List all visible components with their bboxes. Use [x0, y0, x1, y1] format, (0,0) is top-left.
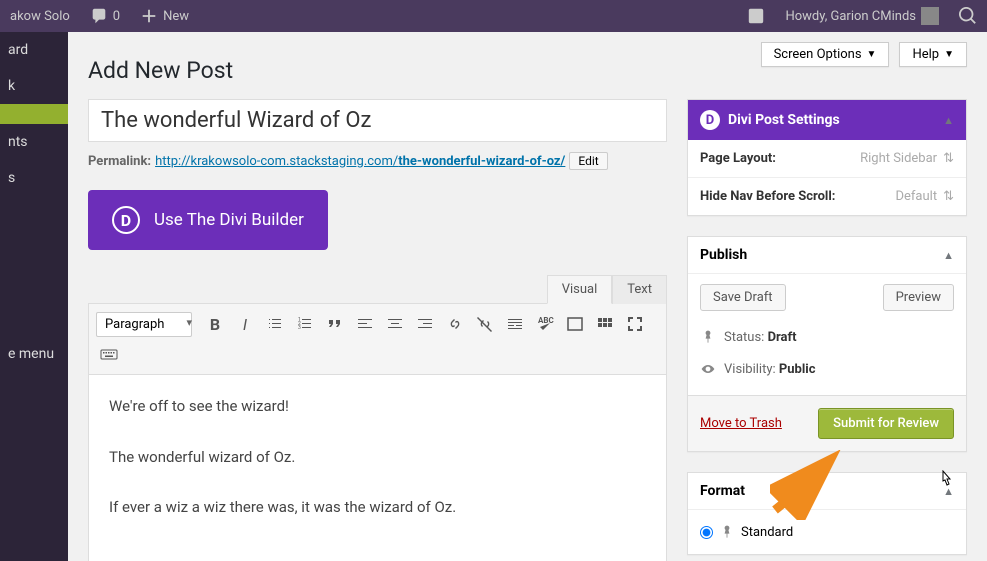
distraction-free-button[interactable]	[560, 309, 590, 339]
unlink-button[interactable]	[470, 309, 500, 339]
link-button[interactable]	[440, 309, 470, 339]
avatar	[921, 7, 939, 25]
search-icon[interactable]	[949, 0, 987, 32]
format-standard-option[interactable]: Standard	[700, 520, 954, 544]
sidebar-item-6[interactable]: e menu	[0, 336, 68, 372]
format-select[interactable]: Paragraph	[96, 312, 192, 337]
sidebar-item-2[interactable]	[0, 104, 68, 124]
greeting-text: Howdy, Garion CMinds	[785, 9, 916, 24]
italic-button[interactable]: I	[230, 309, 260, 339]
sidebar-item-1[interactable]: k	[0, 68, 68, 104]
collapse-icon: ▲	[943, 114, 954, 127]
save-draft-button[interactable]: Save Draft	[700, 284, 786, 311]
main-content: Screen Options ▼ Help ▼ Add New Post Per…	[68, 32, 987, 561]
post-title-input[interactable]	[88, 99, 667, 142]
sidebar-item-5[interactable]	[0, 196, 68, 216]
divi-logo-icon: D	[112, 206, 140, 234]
format-radio-input[interactable]	[700, 526, 713, 539]
eye-icon	[700, 361, 716, 377]
align-right-button[interactable]	[410, 309, 440, 339]
page-layout-row[interactable]: Page Layout: Right Sidebar⇅	[688, 140, 966, 178]
submit-for-review-button[interactable]: Submit for Review	[818, 408, 954, 439]
publish-header[interactable]: Publish ▲	[688, 237, 966, 274]
permalink-row: Permalink: http://krakowsolo-com.stackst…	[88, 142, 667, 180]
hide-nav-row[interactable]: Hide Nav Before Scroll: Default⇅	[688, 178, 966, 215]
visibility-row: Visibility: Public	[688, 353, 966, 385]
text-tab[interactable]: Text	[612, 275, 667, 304]
help-button[interactable]: Help ▼	[899, 42, 967, 67]
move-to-trash-link[interactable]: Move to Trash	[700, 416, 782, 431]
pin-icon	[700, 329, 716, 345]
svg-text:3: 3	[298, 325, 301, 331]
divi-settings-header[interactable]: DDivi Post Settings ▲	[688, 100, 966, 140]
status-row: Status: Draft	[688, 321, 966, 353]
bold-button[interactable]: B	[200, 309, 230, 339]
format-header[interactable]: Format ▲	[688, 473, 966, 510]
format-box: Format ▲ Standard	[687, 472, 967, 555]
permalink-label: Permalink:	[88, 154, 151, 169]
site-link[interactable]: akow Solo	[0, 0, 80, 32]
admin-sidebar: ard k nts s e menu	[0, 32, 68, 561]
collapse-icon: ▲	[943, 249, 954, 262]
ul-button[interactable]	[260, 309, 290, 339]
comments-count: 0	[113, 9, 120, 24]
divi-builder-button[interactable]: D Use The Divi Builder	[88, 190, 328, 250]
sidebar-item-0[interactable]: ard	[0, 32, 68, 68]
admin-toolbar: akow Solo 0 New Howdy, Garion CMinds	[0, 0, 987, 32]
new-link[interactable]: New	[130, 0, 199, 32]
spellcheck-button[interactable]: ABC	[530, 309, 560, 339]
toolbar-toggle-button[interactable]	[590, 309, 620, 339]
divi-icon: D	[700, 110, 720, 130]
sidebar-item-3[interactable]: nts	[0, 124, 68, 160]
visual-tab[interactable]: Visual	[547, 275, 613, 304]
publish-box: Publish ▲ Save Draft Preview Status: Dra…	[687, 236, 967, 452]
editor-content[interactable]: We're off to see the wizard! The wonderf…	[89, 375, 666, 561]
collapse-icon: ▲	[943, 485, 954, 498]
notification-icon[interactable]	[737, 0, 775, 32]
divi-settings-box: DDivi Post Settings ▲ Page Layout: Right…	[687, 99, 967, 216]
preview-button[interactable]: Preview	[883, 284, 954, 311]
user-greeting[interactable]: Howdy, Garion CMinds	[775, 0, 949, 32]
svg-text:ABC: ABC	[538, 316, 554, 325]
editor-box: Paragraph B I 123 ABC	[88, 303, 667, 561]
editor-toolbar: Paragraph B I 123 ABC	[89, 304, 666, 375]
new-label: New	[163, 9, 189, 24]
pin-icon	[719, 524, 735, 540]
quote-button[interactable]	[320, 309, 350, 339]
more-button[interactable]	[500, 309, 530, 339]
align-center-button[interactable]	[380, 309, 410, 339]
permalink-link[interactable]: http://krakowsolo-com.stackstaging.com/t…	[155, 154, 565, 169]
keyboard-button[interactable]	[94, 339, 124, 369]
align-left-button[interactable]	[350, 309, 380, 339]
screen-options-button[interactable]: Screen Options ▼	[761, 42, 890, 67]
edit-slug-button[interactable]: Edit	[569, 152, 607, 170]
fullscreen-button[interactable]	[620, 309, 650, 339]
chevron-updown-icon: ⇅	[943, 189, 954, 204]
sidebar-item-4[interactable]: s	[0, 160, 68, 196]
comments-link[interactable]: 0	[80, 0, 130, 32]
chevron-updown-icon: ⇅	[943, 151, 954, 166]
ol-button[interactable]: 123	[290, 309, 320, 339]
